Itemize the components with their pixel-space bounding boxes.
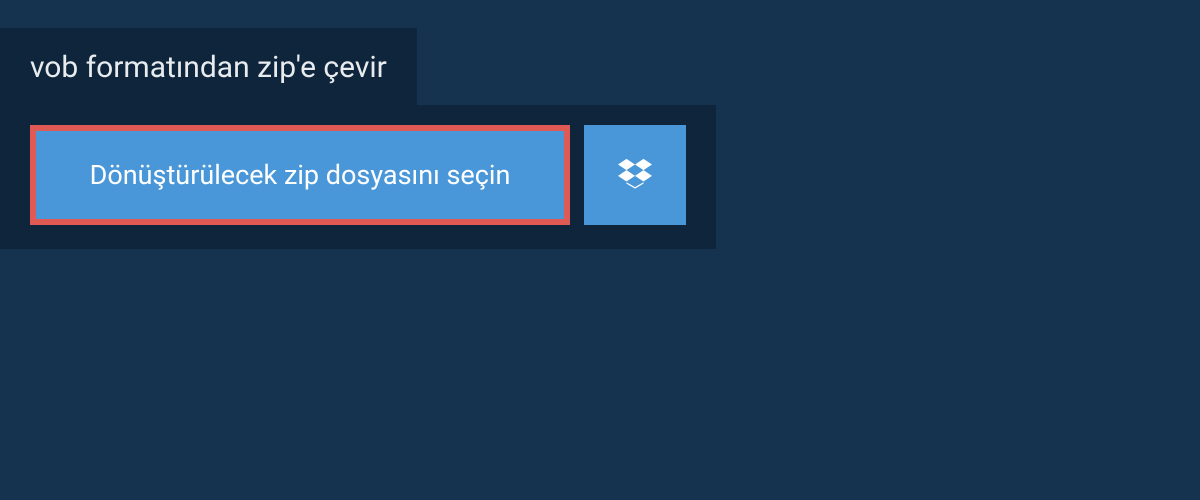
page-title: vob formatından zip'e çevir [30, 50, 387, 85]
choose-file-button[interactable]: Dönüştürülecek zip dosyasını seçin [30, 125, 570, 225]
upload-panel: Dönüştürülecek zip dosyasını seçin [0, 105, 716, 249]
page-title-tab: vob formatından zip'e çevir [0, 28, 417, 105]
dropbox-button[interactable] [584, 125, 686, 225]
dropbox-icon [618, 156, 652, 194]
choose-file-label: Dönüştürülecek zip dosyasını seçin [90, 159, 511, 191]
button-row: Dönüştürülecek zip dosyasını seçin [30, 125, 686, 225]
